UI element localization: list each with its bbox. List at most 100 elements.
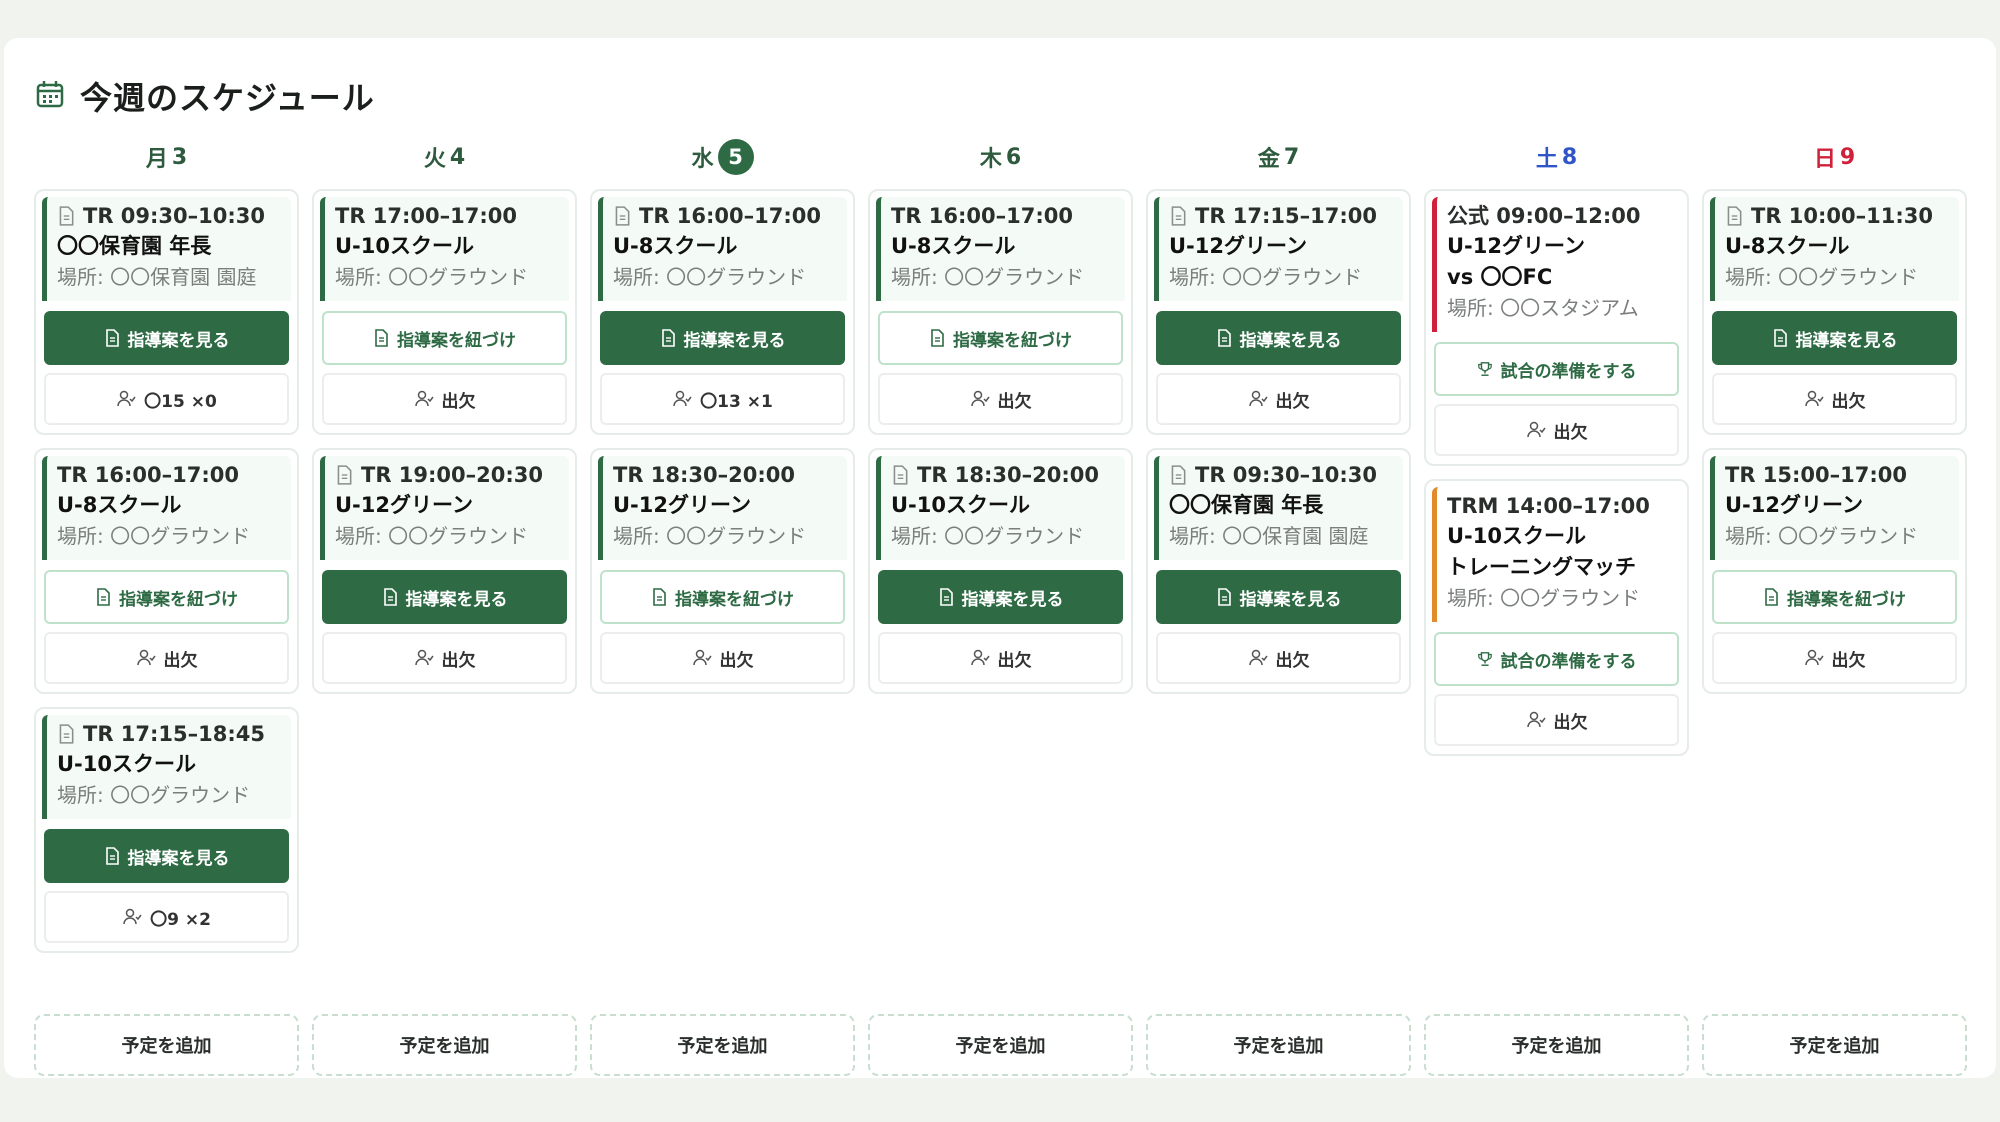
event-info: TR 19:00–20:30 U-12グリーン 場所: 〇〇グラウンド [320,456,569,560]
attendance-button[interactable]: 出欠 [1712,632,1957,684]
link-plan-button[interactable]: 指導案を紐づけ [44,570,289,624]
calendar-icon [34,78,66,114]
button-label: 指導案を見る [1239,589,1342,610]
event-card[interactable]: TR 15:00–17:00 U-12グリーン 場所: 〇〇グラウンド 指導案を紐づけ… [1702,448,1967,694]
view-plan-button[interactable]: 指導案を見る [322,570,567,624]
event-time: TR 16:00–17:00 [57,460,283,490]
event-info: TRM 14:00–17:00 U-10スクール トレーニングマッチ 場所: 〇〇グラ… [1432,487,1681,622]
event-time: 公式 09:00–12:00 [1447,201,1673,231]
event-time: TR 10:00–11:30 [1725,201,1951,231]
day-column: 金 7 TR 17:15–17:00 U-12グリーン 場所: 〇〇グラウンド 指導案を見… [1146,138,1411,953]
doc-icon [1763,588,1779,606]
prepare-match-button[interactable]: 試合の準備をする [1434,342,1679,396]
event-card[interactable]: TR 16:00–17:00 U-8スクール 場所: 〇〇グラウンド 指導案を紐づけ出… [868,189,1133,435]
button-label: 指導案を紐づけ [397,330,516,351]
user-check-icon [116,390,136,408]
week-grid: 月 3 TR 09:30–10:30 〇〇保育園 年長 場所: 〇〇保育園 園庭 指導案を… [34,138,1969,953]
event-type-time: TR 09:30–10:30 [83,204,265,228]
event-type-time: TR 16:00–17:00 [639,204,821,228]
attendance-label: 出欠 [1553,422,1588,443]
event-type-time: TRM 14:00–17:00 [1447,494,1650,518]
event-card[interactable]: TR 17:00–17:00 U-10スクール 場所: 〇〇グラウンド 指導案を紐づけ… [312,189,577,435]
event-card[interactable]: TR 17:15–18:45 U-10スクール 場所: 〇〇グラウンド 指導案を見る〇… [34,707,299,953]
view-plan-button[interactable]: 指導案を見る [1712,311,1957,365]
attendance-button[interactable]: 出欠 [322,373,567,425]
view-plan-button[interactable]: 指導案を見る [44,829,289,883]
add-event-button[interactable]: 予定を追加 [312,1014,577,1076]
day-header: 土8 [1424,138,1689,176]
attendance-button[interactable]: 出欠 [1712,373,1957,425]
attendance-button[interactable]: 〇13 ×1 [600,373,845,425]
view-plan-button[interactable]: 指導案を見る [1156,570,1401,624]
event-card[interactable]: TR 17:15–17:00 U-12グリーン 場所: 〇〇グラウンド 指導案を見る出… [1146,189,1411,435]
today-date-badge: 5 [717,139,754,175]
doc-icon [929,329,945,347]
document-icon [1725,206,1743,226]
attendance-button[interactable]: 出欠 [1434,404,1679,456]
doc-icon [651,588,667,606]
event-info: 公式 09:00–12:00 U-12グリーン vs 〇〇FC 場所: 〇〇スタジアム [1432,197,1681,332]
day-label: 金 [1257,147,1280,172]
attendance-label: 出欠 [719,650,754,671]
add-event-button[interactable]: 予定を追加 [34,1014,299,1076]
event-card[interactable]: TR 18:30–20:00 U-12グリーン 場所: 〇〇グラウンド 指導案を紐づけ… [590,448,855,694]
view-plan-button[interactable]: 指導案を見る [878,570,1123,624]
button-label: 指導案を見る [127,330,230,351]
attendance-button[interactable]: 出欠 [1434,694,1679,746]
add-event-row: 予定を追加 予定を追加 予定を追加 予定を追加 予定を追加 予定を追加 予定を追加 [34,1014,1969,1076]
attendance-button[interactable]: 出欠 [878,373,1123,425]
event-time: TR 19:00–20:30 [335,460,561,490]
link-plan-button[interactable]: 指導案を紐づけ [1712,570,1957,624]
attendance-label: 〇15 ×0 [144,391,217,412]
prepare-match-button[interactable]: 試合の準備をする [1434,632,1679,686]
event-team: U-8スクール [57,493,182,517]
view-plan-button[interactable]: 指導案を見る [1156,311,1401,365]
view-plan-button[interactable]: 指導案を見る [600,311,845,365]
event-card[interactable]: 公式 09:00–12:00 U-12グリーン vs 〇〇FC 場所: 〇〇スタジアム… [1424,189,1689,466]
attendance-button[interactable]: 出欠 [600,632,845,684]
day-column: 木 6 TR 16:00–17:00 U-8スクール 場所: 〇〇グラウンド 指導案を紐づ… [868,138,1133,953]
attendance-label: 出欠 [441,391,476,412]
event-team: U-8スクール [1725,234,1850,258]
attendance-label: 出欠 [441,650,476,671]
link-plan-button[interactable]: 指導案を紐づけ [322,311,567,365]
add-event-button[interactable]: 予定を追加 [590,1014,855,1076]
event-card[interactable]: TR 16:00–17:00 U-8スクール 場所: 〇〇グラウンド 指導案を紐づけ出… [34,448,299,694]
view-plan-button[interactable]: 指導案を見る [44,311,289,365]
add-event-button[interactable]: 予定を追加 [1146,1014,1411,1076]
event-type-time: 公式 09:00–12:00 [1447,204,1641,228]
add-event-button[interactable]: 予定を追加 [868,1014,1133,1076]
attendance-button[interactable]: 出欠 [1156,373,1401,425]
user-check-icon [1804,390,1824,408]
link-plan-button[interactable]: 指導案を紐づけ [878,311,1123,365]
event-card[interactable]: TRM 14:00–17:00 U-10スクール トレーニングマッチ 場所: 〇〇グラ… [1424,479,1689,756]
event-info: TR 09:30–10:30 〇〇保育園 年長 場所: 〇〇保育園 園庭 [1154,456,1403,560]
event-card[interactable]: TR 16:00–17:00 U-8スクール 場所: 〇〇グラウンド 指導案を見る 〇1… [590,189,855,435]
event-time: TR 15:00–17:00 [1725,460,1951,490]
day-header: 火4 [312,138,577,176]
doc-icon [1772,329,1788,347]
button-label: 指導案を見る [683,330,786,351]
event-card[interactable]: TR 19:00–20:30 U-12グリーン 場所: 〇〇グラウンド指導案を見る出… [312,448,577,694]
document-icon [1169,465,1187,485]
event-location: 場所: 〇〇グラウンド [1725,524,1919,548]
document-icon [891,465,909,485]
event-card[interactable]: TR 09:30–10:30 〇〇保育園 年長 場所: 〇〇保育園 園庭 指導案を見る… [34,189,299,435]
attendance-button[interactable]: 〇15 ×0 [44,373,289,425]
attendance-button[interactable]: 出欠 [1156,632,1401,684]
attendance-button[interactable]: 出欠 [878,632,1123,684]
day-header: 水5 [590,138,855,176]
add-event-button[interactable]: 予定を追加 [1424,1014,1689,1076]
event-card[interactable]: TR 10:00–11:30 U-8スクール 場所: 〇〇グラウンド 指導案を見る 出欠 [1702,189,1967,435]
event-card[interactable]: TR 09:30–10:30 〇〇保育園 年長 場所: 〇〇保育園 園庭指導案を見る… [1146,448,1411,694]
event-location: 場所: 〇〇保育園 園庭 [57,265,257,289]
attendance-button[interactable]: 〇9 ×2 [44,891,289,943]
event-card[interactable]: TR 18:30–20:00 U-10スクール 場所: 〇〇グラウンド 指導案を見る出… [868,448,1133,694]
attendance-button[interactable]: 出欠 [44,632,289,684]
add-event-button[interactable]: 予定を追加 [1702,1014,1967,1076]
trophy-icon [1477,360,1493,378]
attendance-button[interactable]: 出欠 [322,632,567,684]
link-plan-button[interactable]: 指導案を紐づけ [600,570,845,624]
event-team: U-8スクール [613,234,738,258]
day-date: 4 [449,144,466,170]
